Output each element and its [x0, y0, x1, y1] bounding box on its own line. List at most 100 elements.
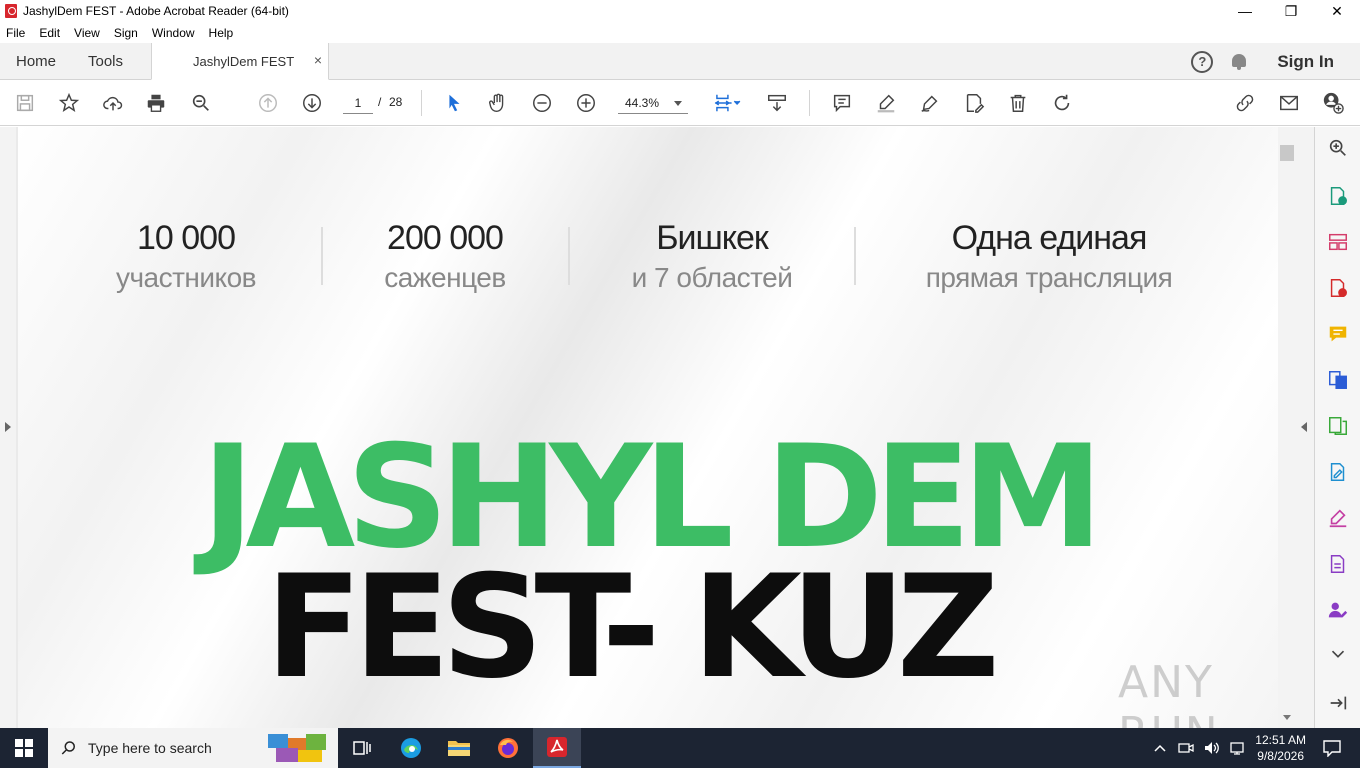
tab-document[interactable]: JashylDem FEST × — [151, 43, 329, 80]
volume-icon[interactable] — [1203, 740, 1221, 756]
taskbar-clock[interactable]: 12:51 AM 9/8/2026 — [1255, 732, 1306, 764]
zoom-level-select[interactable]: 44.3% — [618, 92, 688, 114]
toolbar-divider — [809, 90, 810, 116]
request-signature-icon[interactable] — [1327, 599, 1349, 621]
organize-pages-icon[interactable] — [1327, 231, 1349, 253]
chevron-up-icon[interactable] — [1153, 741, 1167, 755]
pdf-page: 10 000 участников 200 000 саженцев Бишке… — [18, 127, 1278, 728]
menu-window[interactable]: Window — [152, 26, 195, 40]
windows-taskbar: Type here to search 12:51 AM 9/8/2026 — [0, 728, 1360, 768]
task-view-icon[interactable] — [338, 728, 386, 768]
stat-seedlings: 200 000 саженцев — [315, 219, 575, 294]
draw-pen-icon[interactable] — [917, 90, 943, 116]
combine-files-icon[interactable] — [1327, 369, 1349, 391]
upload-cloud-icon[interactable] — [100, 90, 126, 116]
create-pdf-icon[interactable] — [1327, 277, 1349, 299]
chevron-right-icon — [5, 422, 11, 432]
document-viewport[interactable]: 10 000 участников 200 000 саженцев Бишке… — [0, 127, 1314, 728]
maximize-button[interactable]: ❐ — [1268, 0, 1314, 22]
file-explorer-icon[interactable] — [435, 728, 483, 768]
help-icon[interactable]: ? — [1191, 50, 1214, 73]
zoom-in-icon[interactable] — [573, 90, 599, 116]
menu-edit[interactable]: Edit — [39, 26, 60, 40]
page-total: 28 — [389, 95, 403, 109]
email-icon[interactable] — [1276, 90, 1302, 116]
stat-value: Одна единая — [951, 219, 1148, 257]
tabbar-right: ? Sign In — [1191, 43, 1360, 80]
clock-time: 12:51 AM — [1255, 733, 1306, 747]
page-fit-icon[interactable] — [708, 90, 746, 116]
expand-pane-icon[interactable] — [1327, 692, 1349, 714]
fill-sign-icon[interactable] — [961, 90, 987, 116]
start-button[interactable] — [0, 728, 48, 768]
prev-page-icon[interactable] — [255, 90, 281, 116]
edge-browser-icon[interactable] — [387, 728, 435, 768]
close-window-button[interactable]: ✕ — [1314, 0, 1360, 22]
next-page-icon[interactable] — [299, 90, 325, 116]
print-icon[interactable] — [143, 90, 169, 116]
network-icon[interactable] — [1229, 740, 1247, 756]
right-pane-toggle[interactable] — [1296, 127, 1314, 728]
tab-bar: Home Tools JashylDem FEST × ? Sign In — [0, 43, 1360, 80]
page-number-input[interactable]: 1 — [343, 92, 373, 114]
window-controls: — ❐ ✕ — [1222, 0, 1360, 22]
select-cursor-icon[interactable] — [441, 90, 467, 116]
sign-in-button[interactable]: Sign In — [1277, 52, 1334, 72]
stat-value: 10 000 — [137, 219, 236, 257]
search-zoom-icon[interactable] — [1327, 137, 1349, 159]
system-tray: 12:51 AM 9/8/2026 — [1153, 728, 1360, 768]
menu-file[interactable]: File — [6, 26, 25, 40]
notifications-icon[interactable] — [1322, 739, 1342, 757]
chevron-down-icon — [674, 101, 682, 106]
stat-locations: Бишкек и 7 областей — [582, 219, 842, 294]
stat-divider — [854, 227, 856, 285]
left-pane-toggle[interactable] — [0, 127, 16, 728]
comment-icon[interactable] — [829, 90, 855, 116]
stat-label: участников — [115, 262, 257, 293]
rotate-icon[interactable] — [1049, 90, 1075, 116]
delete-icon[interactable] — [1005, 90, 1031, 116]
menu-sign[interactable]: Sign — [114, 26, 138, 40]
stat-divider — [568, 227, 570, 285]
tab-home[interactable]: Home — [16, 53, 56, 70]
meet-camera-icon[interactable] — [1177, 740, 1195, 756]
tools-pane — [1314, 127, 1360, 728]
minimize-button[interactable]: — — [1222, 0, 1268, 22]
firefox-icon[interactable] — [484, 728, 532, 768]
stat-participants: 10 000 участников — [56, 219, 316, 294]
main-toolbar: 1 / 28 44.3% — [0, 80, 1360, 126]
close-tab-icon[interactable]: × — [314, 52, 322, 68]
vertical-scrollbar[interactable] — [1278, 127, 1296, 728]
taskbar-search[interactable]: Type here to search — [48, 728, 338, 768]
chevron-left-icon — [1301, 422, 1307, 432]
page-separator: / — [378, 95, 382, 109]
tab-tools[interactable]: Tools — [88, 53, 123, 70]
stat-value: Бишкек — [656, 219, 769, 257]
share-link-icon[interactable] — [1232, 90, 1258, 116]
hand-pan-icon[interactable] — [485, 90, 511, 116]
find-zoom-icon[interactable] — [188, 90, 214, 116]
bookmark-star-icon[interactable] — [56, 90, 82, 116]
notification-bell-icon[interactable] — [1231, 53, 1247, 71]
add-user-icon[interactable] — [1320, 90, 1346, 116]
protect-icon[interactable] — [1327, 553, 1349, 575]
zoom-out-icon[interactable] — [529, 90, 555, 116]
scrollbar-thumb[interactable] — [1280, 145, 1294, 161]
highlight-pen-icon[interactable] — [873, 90, 899, 116]
menu-help[interactable]: Help — [209, 26, 234, 40]
menu-view[interactable]: View — [74, 26, 100, 40]
save-icon[interactable] — [12, 90, 38, 116]
export-pdf-icon[interactable] — [1327, 185, 1349, 207]
anyrun-watermark: ANY RUN — [1118, 657, 1218, 728]
acrobat-taskbar-icon[interactable] — [533, 728, 581, 768]
scroll-down-icon[interactable] — [1283, 715, 1291, 720]
menu-bar: File Edit View Sign Window Help — [0, 22, 1360, 43]
stat-broadcast: Одна единая прямая трансляция — [889, 219, 1209, 294]
comment-tool-icon[interactable] — [1327, 323, 1349, 345]
edit-pdf-icon[interactable] — [1327, 461, 1349, 483]
fill-sign-tool-icon[interactable] — [1327, 507, 1349, 529]
more-tools-icon[interactable] — [1327, 642, 1349, 664]
compress-icon[interactable] — [1327, 415, 1349, 437]
scroll-mode-icon[interactable] — [764, 90, 790, 116]
window-title: JashylDem FEST - Adobe Acrobat Reader (6… — [23, 4, 289, 18]
